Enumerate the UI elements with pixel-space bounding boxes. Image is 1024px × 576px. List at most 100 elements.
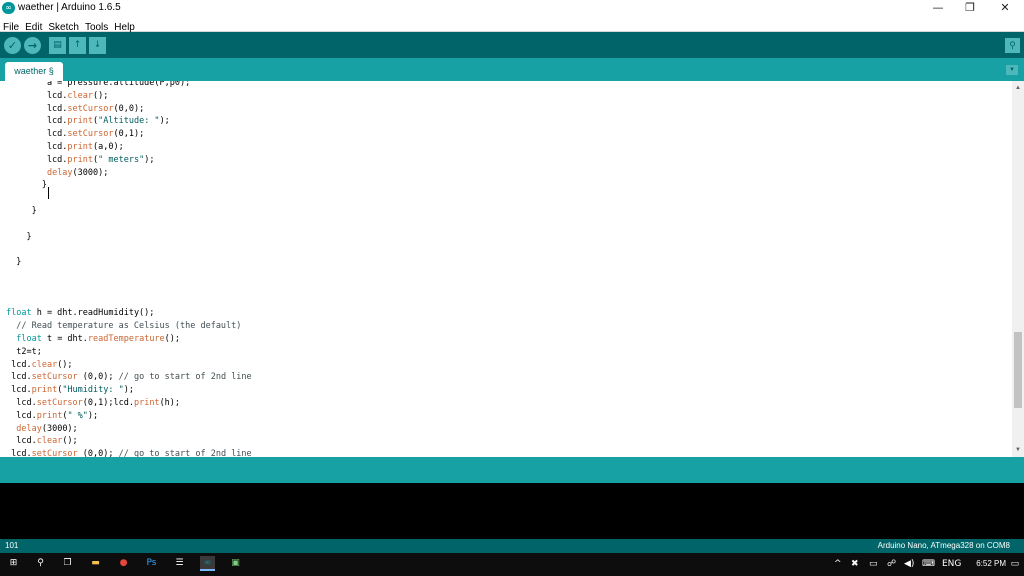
line-number: 101 [5,541,19,550]
serial-monitor-button[interactable]: ⚲ [1005,38,1020,53]
window-title: waether | Arduino 1.6.5 [18,2,121,13]
code-line: } [6,231,31,243]
code-token: (a,0); [93,142,124,152]
start-icon[interactable]: ⊞ [6,556,21,571]
taskbar-arduino-icon[interactable]: ∞ [200,556,215,571]
code-line: } [6,205,37,217]
upload-button[interactable]: → [24,37,41,54]
code-token: setCursor [67,129,114,140]
taskbar-image-app-icon[interactable]: ▣ [228,556,243,571]
restore-button[interactable]: ❐ [953,0,987,17]
scroll-down-arrow-icon[interactable]: ▼ [1012,445,1024,455]
scroll-up-arrow-icon[interactable]: ▲ [1012,83,1024,93]
text-cursor [48,187,49,199]
code-token: (3000); [72,167,109,178]
code-line: lcd.setCursor (0,0); // go to start of 2… [6,448,252,457]
code-token: lcd. [6,398,37,408]
code-token: } [6,180,47,191]
code-token: // go to start of 2nd line [118,449,252,457]
task-view-icon[interactable]: ❐ [60,556,75,571]
code-token: t = dht. [41,334,88,344]
tab-bar: waether § ▼ [0,58,1024,81]
code-token: lcd. [6,90,68,101]
code-token: (0,0); [113,103,145,114]
taskbar-file-explorer-icon[interactable]: ▬ [88,556,103,571]
code-token: ); [87,410,99,421]
code-token: lcd. [6,142,68,152]
code-token: lcd. [6,436,37,447]
code-token: } [6,206,37,216]
tray-icon[interactable]: ☍ [887,558,896,570]
taskbar-photoshop-icon[interactable]: Ps [144,556,159,571]
verify-button[interactable]: ✓ [4,37,21,54]
code-token: clear [36,436,63,447]
console-output[interactable] [0,483,1024,539]
code-token: ); [159,116,170,127]
code-token: (0,0); [77,449,119,457]
title-bar: ∞ waether | Arduino 1.6.5 — ❐ ✕ [0,0,1024,17]
code-token: float [6,308,32,319]
code-line: lcd.clear(); [6,90,108,102]
code-editor[interactable]: a = pressure.altitude(P,p0); lcd.clear()… [0,81,1012,457]
toolbar: ✓ → ▤ ↑ ↓ ⚲ [0,32,1024,58]
code-token: lcd. [6,359,32,370]
code-token: " meters" [98,154,145,165]
scroll-thumb[interactable] [1014,332,1022,408]
code-token: a = pressure.altitude(P,p0); [6,81,191,88]
vertical-scrollbar[interactable]: ▲ ▼ [1012,81,1024,457]
code-token: (0,1);lcd. [82,398,134,408]
code-line: lcd.setCursor(0,1);lcd.print(h); [6,397,180,409]
code-line: lcd.setCursor(0,0); [6,103,144,115]
tray-icon[interactable]: ENG [942,558,961,570]
code-line: a = pressure.altitude(P,p0); [6,81,190,89]
code-token: print [133,398,160,408]
code-token: (3000); [41,423,78,434]
tab-waether[interactable]: waether § [5,62,63,81]
tab-menu-button[interactable]: ▼ [1006,65,1018,75]
code-line: lcd.print(" %"); [6,410,98,422]
code-line: float t = dht.readTemperature(); [6,333,180,345]
code-line: lcd.clear(); [6,435,77,447]
code-token: (); [57,359,73,370]
code-token: setCursor [31,372,78,383]
arduino-logo-icon: ∞ [2,2,15,14]
new-sketch-button[interactable]: ▤ [49,37,66,54]
code-token: } [6,257,22,268]
code-token: print [67,154,94,165]
open-button[interactable]: ↑ [69,37,86,54]
notification-icon[interactable]: ▭ [1009,557,1021,569]
code-line: delay(3000); [6,423,78,435]
code-token: lcd. [6,449,32,457]
code-token: print [31,385,58,396]
code-line: lcd.print(a,0); [6,141,124,153]
minimize-button[interactable]: — [921,0,955,17]
code-token: clear [31,359,58,370]
clock[interactable]: 6:52 PM [976,559,1006,568]
board-info: Arduino Nano, ATmega328 on COM8 [877,541,1010,550]
code-token: h = dht.readHumidity(); [31,308,155,319]
code-token: lcd. [6,116,68,127]
taskbar: ⊞ ⚲ ❐ ▬ ● Ps ☰ ∞ ▣ ^ ✖ ▭ ☍ ◀) ⌨ ENG 6:52 PM ▭ [0,553,1024,576]
code-line: lcd.print(" meters"); [6,154,155,166]
code-token: print [67,142,94,152]
tray-icon[interactable]: ⌨ [922,558,935,570]
tray-icon[interactable]: ✖ [851,558,859,570]
save-button[interactable]: ↓ [89,37,106,54]
taskbar-app-list-icon[interactable]: ☰ [172,556,187,571]
tray-icon[interactable]: ^ [834,558,842,570]
code-token: (0,1); [113,129,145,140]
code-token: lcd. [6,385,32,396]
code-token: delay [46,167,73,178]
code-line: t2=t; [6,346,42,358]
tray-icon[interactable]: ◀) [904,558,914,570]
code-line: lcd.print("Humidity: "); [6,384,134,396]
code-token: (0,0); [77,372,119,383]
close-button[interactable]: ✕ [988,0,1022,17]
search-icon[interactable]: ⚲ [33,556,48,571]
tray-icon[interactable]: ▭ [869,558,878,570]
code-token: lcd. [6,129,68,140]
code-token: lcd. [6,154,68,165]
taskbar-chrome-icon[interactable]: ● [116,556,131,571]
